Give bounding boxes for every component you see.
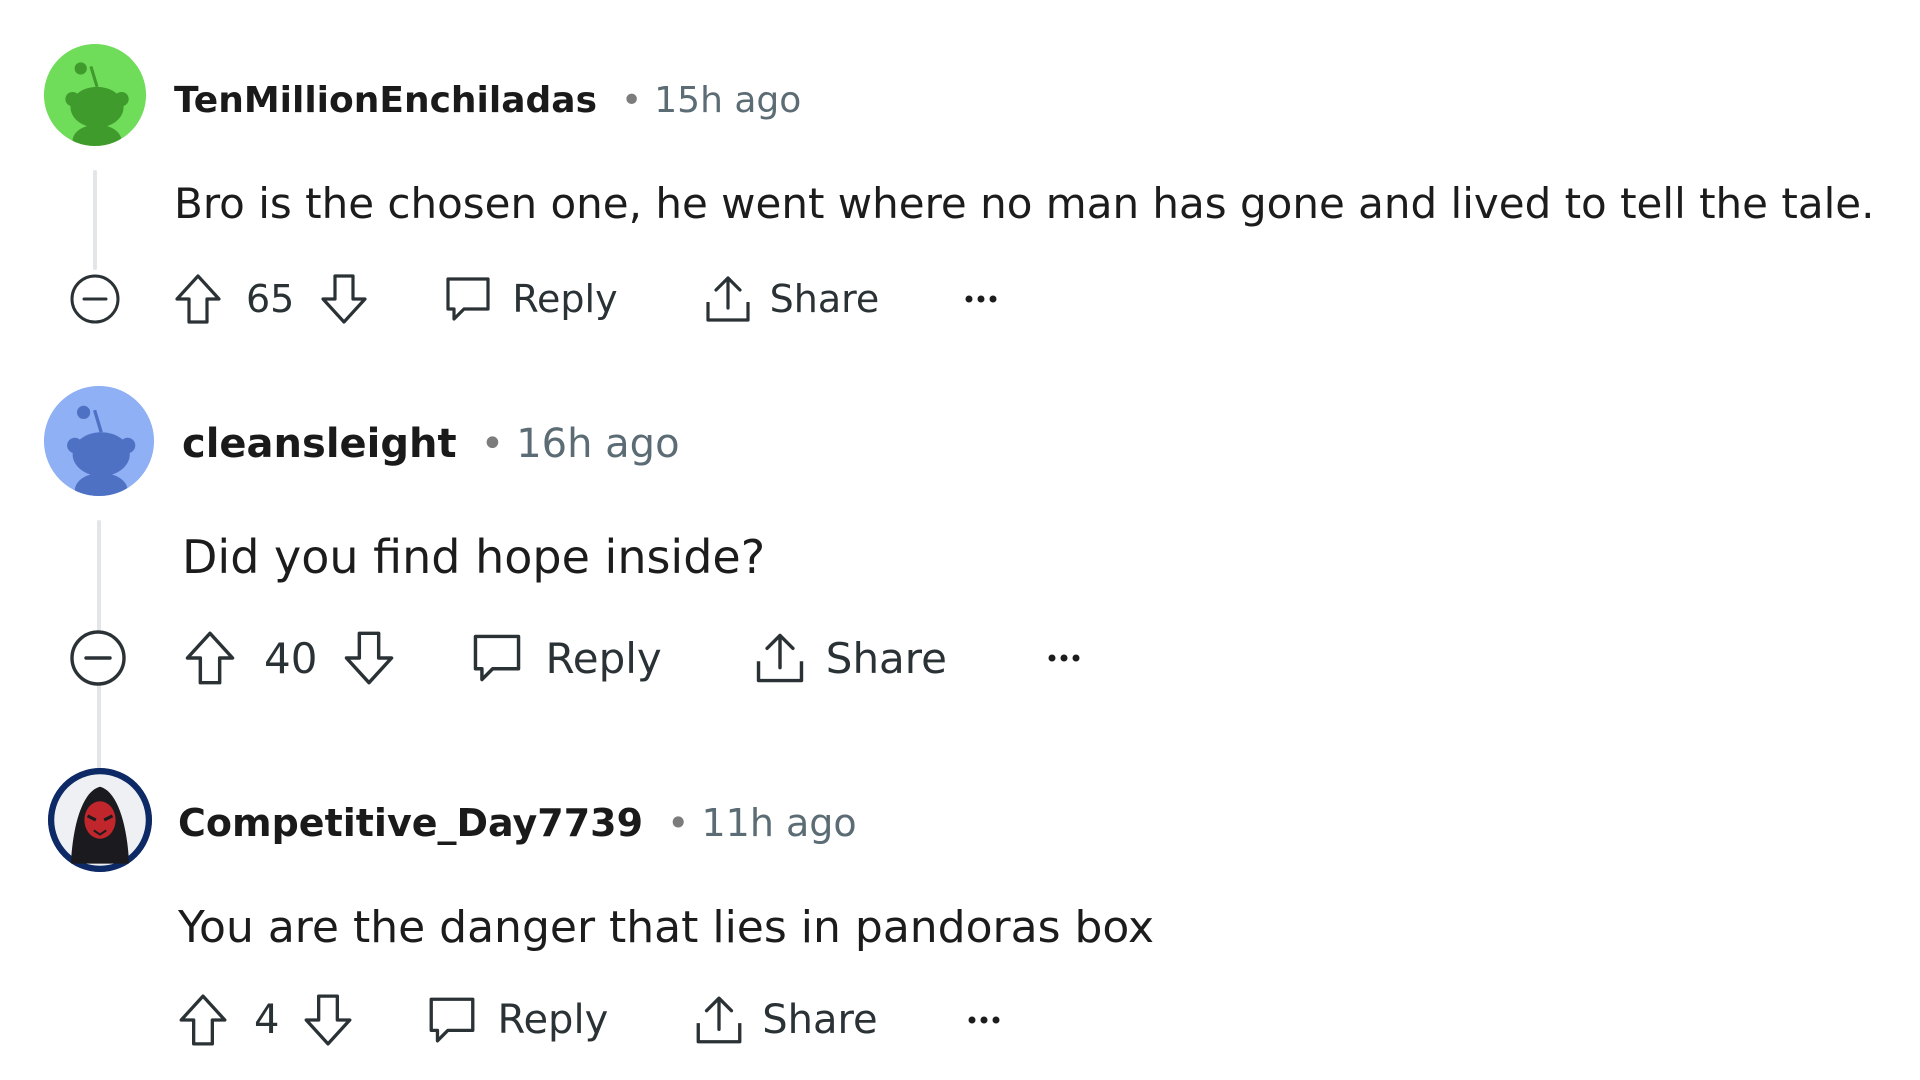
meta-separator: • [667, 801, 690, 845]
avatar[interactable] [48, 768, 152, 872]
comment-1: TenMillionEnchiladas • 15h ago Bro is th… [0, 0, 1920, 360]
share-label: Share [769, 277, 880, 321]
upvote-icon [185, 631, 235, 685]
avatar[interactable] [44, 44, 146, 146]
share-icon [756, 633, 803, 683]
comment-meta: Competitive_Day7739 • 11h ago [178, 798, 857, 848]
upvote-button[interactable] [176, 990, 230, 1050]
reply-button[interactable]: Reply [442, 273, 618, 325]
comment-meta: TenMillionEnchiladas • 15h ago [174, 76, 801, 124]
reply-button[interactable]: Reply [469, 630, 662, 686]
timestamp[interactable]: 16h ago [516, 421, 679, 467]
vote-score: 4 [254, 997, 280, 1043]
comment-actions: 40 Reply Share [182, 626, 1085, 690]
downvote-icon [321, 274, 367, 324]
meta-separator: • [621, 79, 643, 121]
downvote-button[interactable] [318, 270, 370, 328]
collapse-icon [70, 630, 126, 686]
reply-label: Reply [512, 277, 618, 321]
username[interactable]: Competitive_Day7739 [178, 801, 643, 845]
vote-score: 65 [246, 277, 295, 321]
share-label: Share [825, 633, 947, 683]
comment-bubble-icon [474, 634, 521, 682]
reply-button[interactable]: Reply [425, 993, 608, 1047]
share-icon [706, 276, 750, 322]
username[interactable]: cleansleight [182, 421, 457, 467]
collapse-icon [70, 274, 120, 324]
downvote-icon [345, 631, 394, 685]
upvote-button[interactable] [182, 626, 238, 690]
timestamp[interactable]: 11h ago [701, 801, 856, 845]
collapse-button[interactable] [68, 628, 128, 688]
hooded-figure-icon [48, 768, 152, 872]
more-options-icon [1048, 654, 1080, 662]
more-options-button[interactable] [961, 293, 1001, 305]
timestamp[interactable]: 15h ago [654, 80, 801, 121]
comment-body: You are the danger that lies in pandoras… [178, 902, 1155, 953]
comment-3: Competitive_Day7739 • 11h ago You are th… [0, 740, 1920, 1080]
comment-actions: 4 Reply Share [176, 990, 1004, 1050]
collapse-button[interactable] [68, 272, 122, 326]
more-options-icon [965, 295, 997, 303]
downvote-icon [305, 994, 352, 1046]
downvote-button[interactable] [301, 990, 355, 1050]
upvote-button[interactable] [172, 270, 224, 328]
comment-body: Bro is the chosen one, he went where no … [174, 179, 1875, 228]
comment-2: cleansleight • 16h ago Did you find hope… [0, 360, 1920, 784]
comment-meta: cleansleight • 16h ago [182, 418, 680, 470]
upvote-icon [175, 274, 221, 324]
thread-line[interactable] [93, 170, 97, 270]
reply-label: Reply [545, 633, 662, 683]
upvote-icon [179, 994, 227, 1046]
more-options-button[interactable] [964, 1014, 1004, 1026]
comment-actions: 65 Reply Share [172, 270, 1001, 328]
username[interactable]: TenMillionEnchiladas [174, 80, 597, 121]
more-options-button[interactable] [1043, 652, 1085, 664]
comment-body: Did you find hope inside? [182, 530, 766, 584]
vote-score: 40 [264, 633, 318, 683]
share-button[interactable]: Share [692, 992, 878, 1048]
more-options-icon [968, 1016, 1000, 1024]
avatar[interactable] [44, 386, 154, 496]
reply-label: Reply [497, 997, 609, 1043]
snoo-icon [44, 386, 154, 496]
share-label: Share [762, 997, 878, 1043]
meta-separator: • [480, 421, 505, 467]
share-icon [696, 996, 742, 1044]
share-button[interactable]: Share [752, 629, 947, 687]
comment-bubble-icon [446, 277, 490, 321]
comment-bubble-icon [430, 997, 475, 1043]
downvote-button[interactable] [341, 626, 397, 690]
snoo-icon [44, 44, 146, 146]
share-button[interactable]: Share [702, 272, 880, 326]
